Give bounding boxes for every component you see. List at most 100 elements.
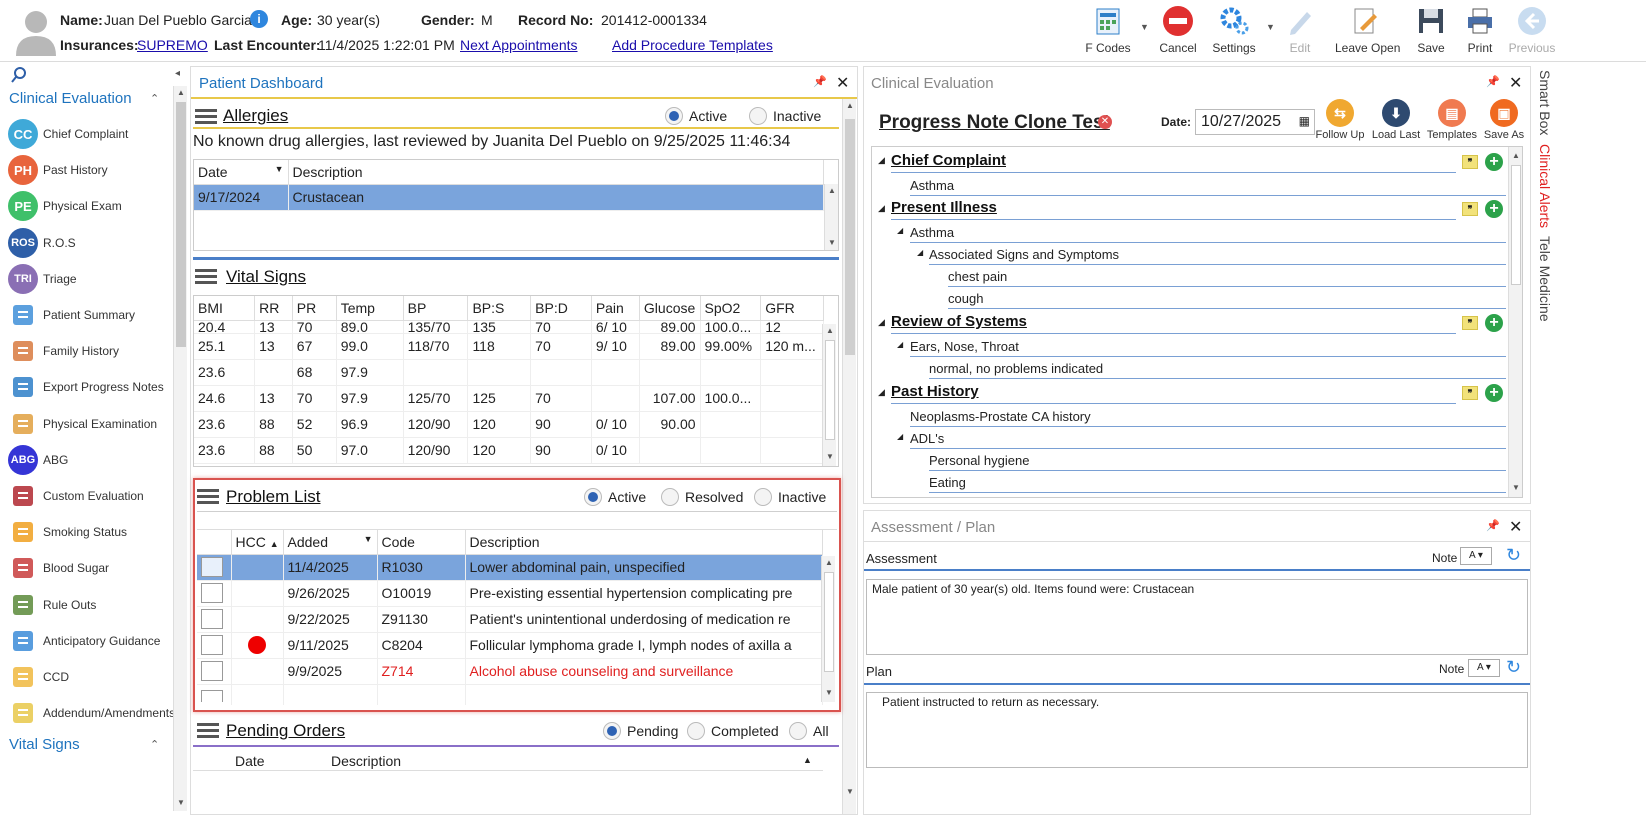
select-cell[interactable] bbox=[197, 580, 232, 607]
column-header-temp[interactable]: Temp bbox=[336, 296, 404, 321]
row-checkbox[interactable] bbox=[201, 635, 223, 655]
column-header-description[interactable]: Description bbox=[331, 753, 401, 769]
allergies-active-radio[interactable]: Active bbox=[665, 107, 727, 125]
allergies-inactive-radio[interactable]: Inactive bbox=[749, 107, 821, 125]
follow-up-button[interactable]: ⇆ Follow Up bbox=[1314, 99, 1366, 141]
vitals-scrollbar[interactable]: ▲ ▼ bbox=[822, 324, 836, 466]
table-row[interactable]: 9/22/2025 Z91130 Patient's unintentional u… bbox=[197, 606, 823, 633]
row-checkbox[interactable] bbox=[201, 661, 223, 681]
close-icon[interactable]: ✕ bbox=[836, 73, 849, 93]
scroll-up-icon[interactable]: ▲ bbox=[823, 324, 837, 338]
collapse-caret-icon[interactable]: ◢ bbox=[897, 340, 903, 349]
add-icon[interactable]: + bbox=[1485, 200, 1503, 218]
column-header-added[interactable]: Added ▼ bbox=[283, 530, 378, 555]
column-header-bp-d[interactable]: BP:D bbox=[530, 296, 592, 321]
refresh-icon[interactable]: ↻ bbox=[1506, 657, 1521, 678]
row-checkbox[interactable] bbox=[201, 609, 223, 629]
problem-list-menu-icon[interactable] bbox=[197, 489, 219, 505]
tree-item[interactable]: cough bbox=[948, 291, 983, 306]
select-cell[interactable] bbox=[197, 554, 232, 581]
table-row[interactable] bbox=[197, 684, 823, 705]
add-procedure-templates-link[interactable]: Add Procedure Templates bbox=[612, 37, 773, 53]
row-checkbox[interactable] bbox=[201, 583, 223, 603]
column-header-code[interactable]: Code bbox=[377, 530, 466, 555]
problems-active-radio[interactable]: Active bbox=[584, 488, 646, 506]
nav-item-rule-outs[interactable]: Rule Outs bbox=[8, 587, 186, 623]
collapse-caret-icon[interactable]: ◢ bbox=[878, 317, 885, 328]
save-as-button[interactable]: ▣ Save As bbox=[1478, 99, 1530, 141]
nav-item-blood-sugar[interactable]: Blood Sugar bbox=[8, 550, 186, 586]
quote-icon[interactable]: ❞ bbox=[1462, 202, 1478, 216]
collapse-nav-icon[interactable]: ◂ bbox=[175, 68, 180, 79]
nav-item-physical-exam[interactable]: PE Physical Exam bbox=[8, 188, 186, 224]
tree-item[interactable]: Neoplasms-Prostate CA history bbox=[910, 409, 1091, 424]
plan-textarea[interactable]: Patient instructed to return as necessar… bbox=[866, 692, 1528, 768]
orders-all-radio[interactable]: All bbox=[789, 722, 829, 740]
calendar-icon[interactable]: ▦ bbox=[1299, 114, 1310, 128]
chevron-up-icon[interactable]: ⌃ bbox=[150, 92, 159, 105]
table-row[interactable]: 9/17/2024 Crustacean bbox=[194, 184, 824, 211]
nav-item-triage[interactable]: TRI Triage bbox=[8, 261, 186, 297]
table-row[interactable]: 11/4/2025 R1030 Lower abdominal pain, unsp… bbox=[197, 554, 823, 581]
load-last-button[interactable]: ⬇ Load Last bbox=[1370, 99, 1422, 141]
note-date-input[interactable]: 10/27/2025 ▦ bbox=[1195, 109, 1315, 135]
note-format-dropdown[interactable]: A ▾ bbox=[1460, 547, 1492, 565]
tree-chief-complaint[interactable]: Chief Complaint bbox=[891, 152, 1006, 169]
problem-scrollbar[interactable]: ▲ ▼ bbox=[821, 556, 835, 702]
fcodes-button[interactable]: F Codes bbox=[1078, 4, 1138, 60]
chevron-up-icon[interactable]: ⌃ bbox=[150, 738, 159, 751]
dashboard-scrollbar[interactable]: ▲ ▼ bbox=[842, 99, 856, 814]
tree-item[interactable]: Asthma bbox=[910, 178, 954, 193]
scroll-down-icon[interactable]: ▼ bbox=[825, 236, 838, 250]
insurance-link[interactable]: SUPREMO bbox=[137, 37, 208, 53]
tree-item[interactable]: Eating bbox=[929, 475, 966, 490]
problem-scroll-thumb[interactable] bbox=[824, 572, 834, 672]
assessment-textarea[interactable]: Male patient of 30 year(s) old. Items fo… bbox=[866, 579, 1528, 655]
column-header-gfr[interactable]: GFR bbox=[760, 296, 824, 321]
tree-item[interactable]: Asthma bbox=[910, 225, 954, 240]
tree-item[interactable]: normal, no problems indicated bbox=[929, 361, 1103, 376]
orders-menu-icon[interactable] bbox=[197, 723, 219, 739]
vitals-menu-icon[interactable] bbox=[195, 269, 217, 285]
nav-item-physical-examination[interactable]: Physical Examination bbox=[8, 406, 186, 442]
column-header-date[interactable]: Date bbox=[235, 753, 265, 769]
table-row[interactable]: 9/11/2025 C8204 Follicular lymphoma grade … bbox=[197, 632, 823, 659]
tree-item[interactable]: Ears, Nose, Throat bbox=[910, 339, 1019, 354]
nav-item-past-history[interactable]: PH Past History bbox=[8, 152, 186, 188]
search-icon[interactable] bbox=[10, 66, 28, 87]
table-row[interactable]: 9/26/2025 O10019 Pre-existing essential hy… bbox=[197, 580, 823, 607]
clinical-alerts-tab[interactable]: Clinical Alerts bbox=[1537, 144, 1553, 228]
scroll-down-icon[interactable]: ▼ bbox=[822, 686, 836, 700]
tele-medicine-tab[interactable]: Tele Medicine bbox=[1537, 236, 1553, 322]
scroll-up-icon[interactable]: ▲ bbox=[1509, 149, 1522, 163]
tree-item[interactable]: chest pain bbox=[948, 269, 1007, 284]
nav-item-export-progress-notes[interactable]: Export Progress Notes bbox=[8, 369, 186, 405]
orders-pending-radio[interactable]: Pending bbox=[603, 722, 678, 740]
tree-past-history[interactable]: Past History bbox=[891, 383, 979, 400]
orders-completed-radio[interactable]: Completed bbox=[687, 722, 779, 740]
refresh-icon[interactable]: ↻ bbox=[1506, 545, 1521, 566]
scroll-down-icon[interactable]: ▼ bbox=[174, 796, 188, 810]
quote-icon[interactable]: ❞ bbox=[1462, 316, 1478, 330]
leave-open-button[interactable]: Leave Open bbox=[1335, 4, 1400, 60]
add-icon[interactable]: + bbox=[1485, 314, 1503, 332]
tree-present-illness[interactable]: Present Illness bbox=[891, 199, 997, 216]
table-row[interactable]: 23.6 88 52 96.9 120/90 120 90 0/ 10 90.00 bbox=[194, 411, 824, 438]
scroll-down-icon[interactable]: ▼ bbox=[823, 450, 837, 464]
settings-button[interactable]: Settings bbox=[1204, 4, 1264, 60]
nav-section-vital-signs[interactable]: Vital Signs bbox=[9, 736, 80, 753]
dashboard-scroll-thumb[interactable] bbox=[845, 119, 855, 355]
vitals-scroll-thumb[interactable] bbox=[825, 340, 835, 440]
column-header-bp[interactable]: BP bbox=[403, 296, 469, 321]
note-format-dropdown[interactable]: A ▾ bbox=[1468, 659, 1500, 677]
close-icon[interactable]: ✕ bbox=[1509, 517, 1522, 537]
add-icon[interactable]: + bbox=[1485, 153, 1503, 171]
templates-button[interactable]: ▤ Templates bbox=[1426, 99, 1478, 141]
nav-section-clinical-evaluation[interactable]: Clinical Evaluation bbox=[9, 90, 132, 107]
nav-item-custom-evaluation[interactable]: Custom Evaluation bbox=[8, 478, 186, 514]
remove-note-icon[interactable]: ✕ bbox=[1098, 115, 1112, 129]
close-icon[interactable]: ✕ bbox=[1509, 73, 1522, 93]
table-row[interactable]: 24.6 13 70 97.9 125/70 125 70 107.00 100.0... bbox=[194, 385, 824, 412]
collapse-caret-icon[interactable]: ◢ bbox=[878, 155, 885, 166]
column-header-pr[interactable]: PR bbox=[292, 296, 337, 321]
